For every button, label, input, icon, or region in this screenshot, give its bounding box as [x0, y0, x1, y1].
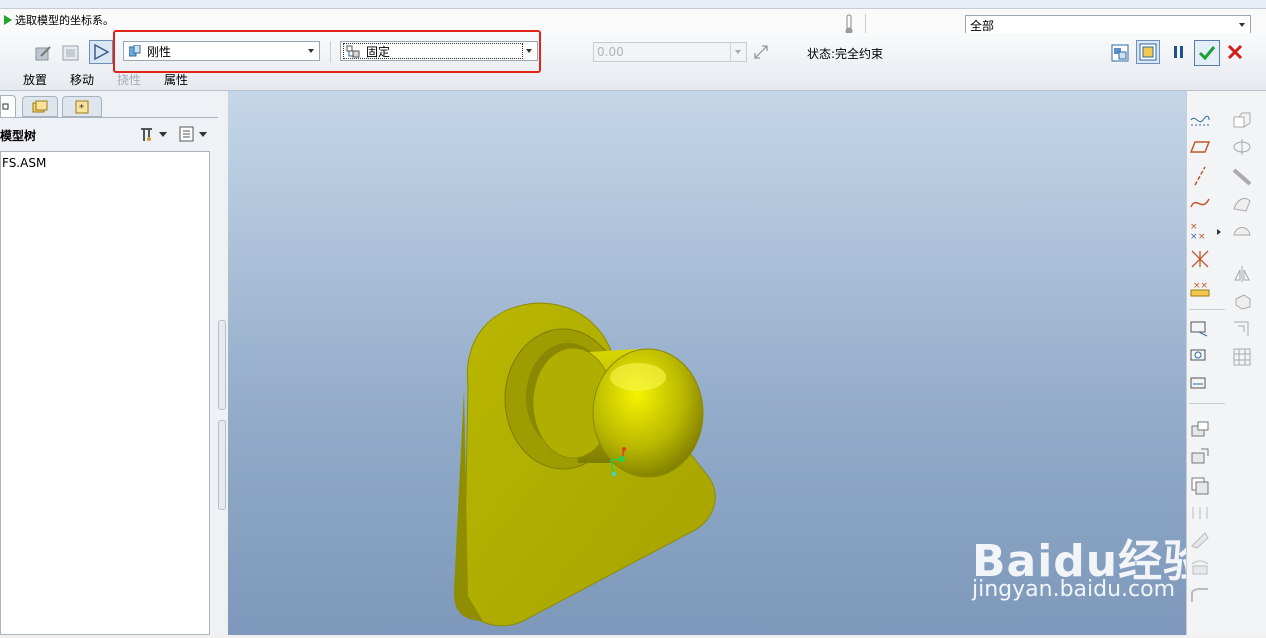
pattern-icon[interactable] — [1231, 346, 1253, 368]
tab-placement[interactable]: 放置 — [23, 71, 47, 88]
separate-window-view-button[interactable] — [1108, 41, 1132, 65]
datum-curve-icon[interactable] — [1189, 192, 1211, 214]
assembly-window-view-button[interactable] — [1136, 40, 1160, 64]
separate-window-button[interactable] — [59, 41, 83, 65]
tree-show-icon[interactable] — [178, 125, 212, 143]
prompt-message: 选取模型的坐标系。 — [4, 12, 114, 28]
highlight-box — [113, 30, 541, 73]
hole-icon[interactable] — [1189, 557, 1211, 579]
svg-text:×: × — [1190, 222, 1198, 232]
svg-text:×: × — [1190, 232, 1198, 241]
chevron-down-icon — [199, 131, 207, 137]
tab-move[interactable]: 移动 — [70, 71, 94, 88]
divider — [1189, 403, 1225, 404]
repeat-component-icon[interactable] — [1189, 446, 1211, 468]
insert-component-icon[interactable] — [1189, 317, 1211, 339]
chevron-down-icon — [735, 50, 741, 54]
pause-icon[interactable] — [1172, 44, 1186, 60]
datum-point-icon[interactable]: × × × — [1189, 220, 1211, 242]
quick-access-strip — [0, 0, 1266, 9]
status-text: 状态:完全约束 — [807, 47, 884, 61]
divider — [730, 43, 731, 61]
datum-plane-icon[interactable] — [1189, 136, 1211, 158]
tree-settings-icon[interactable] — [138, 125, 172, 143]
chevron-down-icon — [159, 131, 167, 137]
merge-icon[interactable] — [1189, 502, 1211, 524]
cancel-button[interactable] — [1226, 43, 1244, 61]
chevron-right-icon[interactable] — [1217, 229, 1221, 235]
part-knob-highlight — [610, 363, 666, 391]
offset-input[interactable]: 0.00 — [593, 42, 747, 62]
tree-item-root[interactable]: FS.ASM — [2, 156, 46, 170]
user-defined-set-button[interactable] — [31, 41, 55, 65]
boundary-icon[interactable] — [1231, 220, 1253, 242]
selection-filter-select[interactable]: 全部 — [965, 15, 1251, 35]
constraint-toggle-button[interactable] — [89, 40, 113, 64]
datum-csys-icon[interactable] — [1189, 248, 1211, 270]
create-component-icon[interactable] — [1189, 345, 1211, 367]
tab-folder-browser[interactable] — [22, 96, 58, 117]
round-icon[interactable] — [1189, 585, 1211, 607]
splitter-handle — [218, 320, 226, 410]
watermark: Baidu经验 jingyan.baidu.com — [970, 495, 1210, 615]
svg-text:××: ×× — [1193, 281, 1208, 291]
cut-icon[interactable] — [1189, 529, 1211, 551]
filter-value: 全部 — [970, 18, 995, 33]
model-tree — [0, 151, 210, 635]
revolve-icon[interactable] — [1231, 136, 1253, 158]
mirror-icon[interactable] — [1231, 263, 1253, 285]
model-tree-title: 模型树 — [0, 129, 37, 143]
prompt-arrow-icon — [4, 15, 12, 25]
analysis-icon[interactable]: ×× — [1189, 277, 1211, 299]
pattern-component-icon[interactable] — [1189, 474, 1211, 496]
tab-properties[interactable]: 属性 — [164, 71, 188, 88]
accept-button[interactable] — [1194, 40, 1220, 66]
svg-text:×: × — [1198, 232, 1206, 241]
svg-text:*: * — [79, 103, 84, 114]
trim-icon[interactable] — [1231, 317, 1253, 339]
tab-flexibility[interactable]: 挠性 — [117, 71, 141, 88]
blend-icon[interactable] — [1231, 192, 1253, 214]
package-component-icon[interactable] — [1189, 373, 1211, 395]
flip-icon[interactable] — [752, 43, 770, 61]
watermark-url: jingyan.baidu.com — [972, 577, 1176, 602]
tab-favorites[interactable]: * — [62, 96, 102, 117]
mirror-component-icon[interactable] — [1189, 419, 1211, 441]
chevron-down-icon — [1239, 23, 1245, 27]
divider — [1189, 309, 1225, 310]
fill-icon[interactable] — [1231, 290, 1253, 312]
sweep-icon[interactable] — [1231, 165, 1253, 187]
splitter-handle — [218, 420, 226, 510]
extrude-icon[interactable] — [1231, 109, 1253, 131]
datum-axis-icon[interactable] — [1189, 165, 1211, 187]
offset-value: 0.00 — [597, 45, 624, 59]
panel-splitter[interactable] — [218, 320, 226, 510]
tab-model-tree[interactable] — [0, 95, 16, 117]
sketch-icon[interactable] — [1189, 109, 1211, 131]
prompt-label: 选取模型的坐标系。 — [15, 14, 114, 27]
right-toolbar: × × × ×× — [1186, 91, 1266, 635]
